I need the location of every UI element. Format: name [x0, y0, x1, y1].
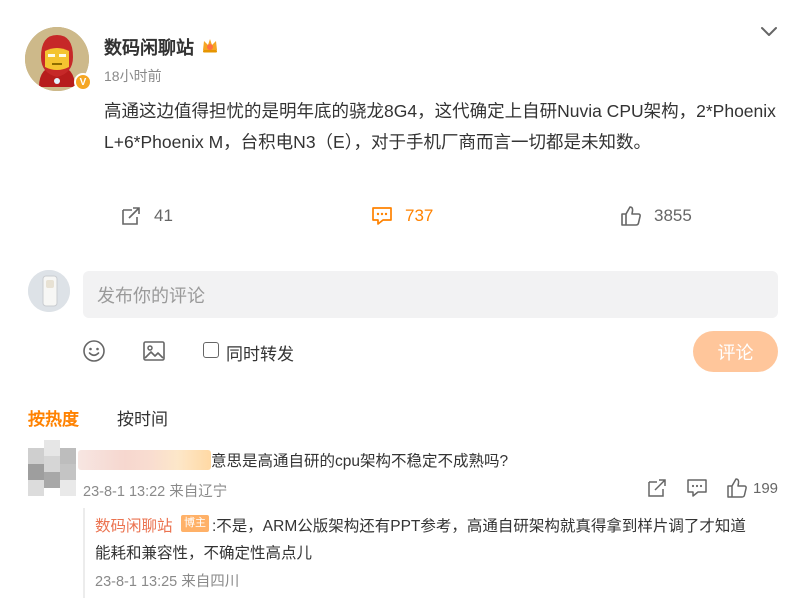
- chevron-down-icon[interactable]: [758, 22, 780, 42]
- reply-text-line-2: 能耗和兼容性，不确定性高点儿: [95, 545, 313, 562]
- tab-sort-by-time[interactable]: 按时间: [117, 405, 168, 430]
- repost-button[interactable]: 41: [120, 205, 173, 227]
- comment-reply-icon[interactable]: [686, 477, 708, 499]
- comment-like-icon[interactable]: [726, 477, 748, 499]
- tab-sort-by-hot[interactable]: 按热度: [28, 405, 79, 430]
- like-button[interactable]: 3855: [620, 205, 692, 227]
- repost-count: 41: [154, 206, 173, 225]
- comment-repost-icon[interactable]: [646, 477, 668, 499]
- phone-avatar-image: [28, 270, 70, 312]
- verified-badge: V: [74, 73, 92, 91]
- post-actions: 41 737 3855: [0, 205, 804, 235]
- repost-icon: [122, 207, 140, 225]
- reply-meta: 23-8-1 13:25 来自四川: [95, 574, 240, 590]
- comment-count: 737: [405, 206, 434, 225]
- fan-crown-icon: [203, 39, 217, 53]
- repost-checkbox[interactable]: [203, 342, 219, 358]
- comment-meta: 23-8-1 13:22 来自辽宁: [83, 484, 228, 500]
- like-count: 3855: [654, 206, 692, 225]
- comment-text: 意思是高通自研的cpu架构不稳定不成熟吗?: [211, 453, 509, 470]
- reply-text-line-1: :不是，ARM公版架构还有PPT参考，高通自研架构就真得拿到样片调了才知道: [212, 518, 746, 535]
- my-avatar[interactable]: [28, 270, 70, 312]
- post-content: 高通这边值得担忧的是明年底的骁龙8G4，这代确定上自研Nuvia CPU架构，2…: [104, 101, 776, 152]
- emoji-icon[interactable]: [82, 339, 106, 363]
- comment-input[interactable]: 发布你的评论: [83, 271, 778, 318]
- submit-comment-button[interactable]: 评论: [693, 331, 778, 372]
- reply-author-name[interactable]: 数码闲聊站: [95, 514, 173, 536]
- blogger-badge: 博主: [181, 515, 209, 532]
- post-timestamp: 18小时前: [104, 68, 162, 84]
- comment-icon: [372, 207, 392, 225]
- comment-like-count: 199: [753, 480, 779, 497]
- image-icon[interactable]: [142, 339, 166, 363]
- repost-checkbox-label[interactable]: 同时转发: [226, 340, 294, 365]
- comment-button[interactable]: 737: [371, 205, 433, 227]
- post-author-name[interactable]: 数码闲聊站: [104, 34, 194, 60]
- commenter-avatar-redacted[interactable]: [28, 440, 76, 496]
- commenter-name-redacted[interactable]: [78, 450, 211, 470]
- like-icon: [621, 206, 641, 226]
